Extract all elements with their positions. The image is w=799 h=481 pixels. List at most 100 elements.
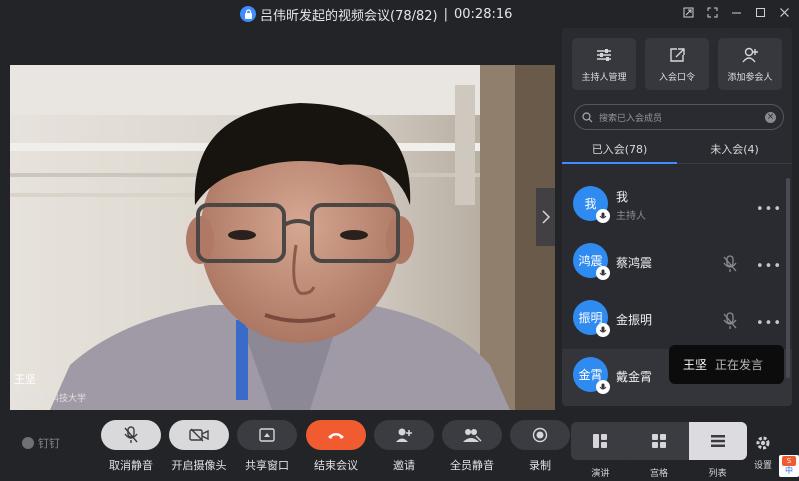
panel-actions: 主持人管理 入会口令 添加参会人	[572, 38, 782, 90]
avatar: 振明	[573, 300, 610, 337]
logo-text: 钉钉	[38, 437, 60, 450]
mic-badge-icon	[596, 380, 610, 394]
record-label: 录制	[529, 459, 551, 472]
member-list-scrollbar[interactable]	[786, 178, 790, 378]
title-separator: |	[443, 6, 448, 22]
search-placeholder: 搜索已入会成员	[599, 113, 663, 124]
layout-labels: 演讲 宫格 列表	[571, 466, 747, 479]
avatar: 我	[573, 186, 610, 223]
meeting-toolbar: 钉钉 取消静音 开启摄像头 共享窗口 结束会议 邀请 全员静音 录制 演讲 宫格…	[0, 410, 799, 481]
end-meeting-button[interactable]: 结束会议	[301, 420, 371, 473]
speaker-layout-icon	[593, 434, 607, 448]
sliders-icon	[594, 46, 614, 64]
layout-switcher	[571, 422, 747, 460]
mic-muted-icon[interactable]	[722, 312, 738, 330]
close-icon[interactable]	[777, 5, 791, 19]
mic-off-icon	[101, 420, 161, 450]
host-manage-button[interactable]: 主持人管理	[572, 38, 636, 90]
layout-list-button[interactable]	[689, 422, 747, 460]
speaker-label: 王坚 杭州电子科技大学	[14, 371, 86, 404]
main-video[interactable]: 王坚 杭州电子科技大学	[10, 65, 555, 410]
camera-off-icon	[169, 420, 229, 450]
more-options-icon[interactable]: •••	[756, 316, 782, 331]
camera-button[interactable]: 开启摄像头	[164, 420, 234, 473]
video-frame	[10, 65, 555, 410]
member-row[interactable]: 鸿震 蔡鸿震 •••	[562, 235, 792, 292]
unmute-label: 取消静音	[109, 459, 153, 472]
mute-all-button[interactable]: 全员静音	[437, 420, 507, 473]
meeting-password-label: 入会口令	[658, 72, 695, 83]
speaking-name: 王坚	[683, 358, 708, 372]
speaking-toast: 王坚 正在发言	[669, 345, 784, 384]
end-meeting-label: 结束会议	[314, 459, 358, 472]
speaker-name: 王坚	[14, 373, 36, 386]
chevron-right-icon	[541, 210, 550, 224]
meeting-timer: 00:28:16	[454, 6, 513, 22]
settings-label: 设置	[754, 461, 773, 471]
title-bar: 吕伟昕发起的视频会议(78/82) | 00:28:16	[0, 0, 799, 28]
mic-badge-icon	[596, 209, 610, 223]
hangup-icon	[306, 420, 366, 450]
more-options-icon[interactable]: •••	[756, 259, 782, 274]
member-row[interactable]: 我 我 主持人 •••	[562, 178, 792, 235]
ime-indicator[interactable]: S 中	[779, 455, 799, 477]
window-controls	[681, 5, 791, 19]
mic-badge-icon	[596, 266, 610, 280]
tab-joined[interactable]: 已入会(78)	[562, 134, 677, 164]
layout-speaker-label: 演讲	[591, 469, 610, 479]
invite-button[interactable]: 邀请	[369, 420, 439, 473]
member-tabs: 已入会(78) 未入会(4)	[562, 134, 792, 164]
collapse-panel-button[interactable]	[536, 188, 555, 246]
avatar: 金霄	[573, 357, 610, 394]
mic-muted-icon[interactable]	[722, 255, 738, 273]
invite-icon	[374, 420, 434, 450]
unmute-button[interactable]: 取消静音	[96, 420, 166, 473]
grid-layout-icon	[652, 434, 666, 448]
host-manage-label: 主持人管理	[581, 72, 627, 83]
minimize-icon[interactable]	[729, 5, 743, 19]
avatar: 鸿震	[573, 243, 610, 280]
mic-badge-icon	[596, 323, 610, 337]
lock-icon	[240, 6, 256, 22]
meeting-password-button[interactable]: 入会口令	[645, 38, 709, 90]
member-role: 主持人	[616, 211, 646, 222]
record-button[interactable]: 录制	[505, 420, 575, 473]
member-search-input[interactable]: 搜索已入会成员 ×	[574, 104, 784, 130]
settings-button[interactable]	[752, 432, 774, 454]
add-participant-label: 添加参会人	[727, 72, 773, 83]
member-row[interactable]: 振明 金振明 •••	[562, 292, 792, 349]
restore-icon[interactable]	[681, 5, 695, 19]
mute-all-icon	[442, 420, 502, 450]
more-options-icon[interactable]: •••	[756, 202, 782, 217]
window-title-area: 吕伟昕发起的视频会议(78/82) | 00:28:16	[240, 5, 513, 24]
layout-grid-label: 宫格	[650, 469, 669, 479]
avatar-text: 我	[584, 197, 597, 211]
member-name: 我	[616, 190, 629, 204]
speaking-status: 正在发言	[715, 358, 764, 372]
dingtalk-icon	[22, 437, 34, 449]
mute-all-label: 全员静音	[450, 459, 494, 472]
speaker-org: 杭州电子科技大学	[14, 394, 87, 404]
fullscreen-icon[interactable]	[705, 5, 719, 19]
maximize-icon[interactable]	[753, 5, 767, 19]
clear-search-icon[interactable]: ×	[765, 111, 776, 123]
camera-label: 开启摄像头	[171, 459, 227, 472]
share-screen-icon	[237, 420, 297, 450]
add-participant-button[interactable]: 添加参会人	[718, 38, 782, 90]
layout-grid-button[interactable]	[630, 422, 688, 460]
layout-list-label: 列表	[708, 469, 727, 479]
tab-not-joined[interactable]: 未入会(4)	[677, 134, 792, 163]
window-title: 吕伟昕发起的视频会议(78/82)	[260, 8, 438, 24]
ime-mode: 中	[785, 466, 793, 475]
invite-label: 邀请	[393, 459, 415, 472]
share-out-icon	[667, 46, 687, 64]
add-user-icon	[740, 46, 760, 64]
member-name: 戴金霄	[616, 370, 653, 384]
gear-icon	[756, 436, 770, 450]
list-layout-icon	[711, 435, 725, 447]
member-name: 蔡鸿震	[616, 256, 653, 270]
share-window-label: 共享窗口	[245, 459, 289, 472]
search-icon	[582, 111, 593, 122]
layout-speaker-button[interactable]	[571, 422, 629, 460]
share-window-button[interactable]: 共享窗口	[232, 420, 302, 473]
